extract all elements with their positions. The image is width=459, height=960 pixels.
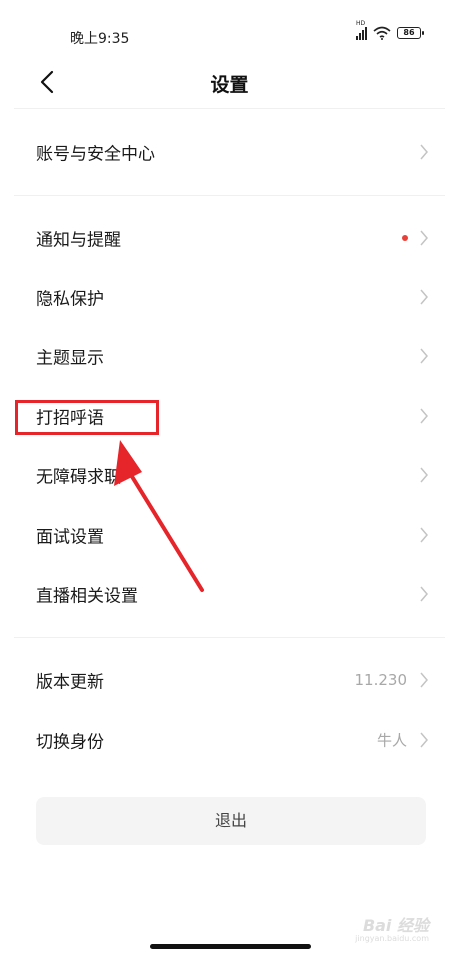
row-label: 主题显示 bbox=[36, 348, 104, 369]
settings-screen: 晚上9:35 HD 86 设置 账号与安全中心 通知与提醒 隐私保护 主题显示 … bbox=[0, 0, 459, 960]
row-label: 账号与安全中心 bbox=[36, 144, 155, 165]
unread-dot bbox=[402, 235, 408, 241]
chevron-right-icon bbox=[420, 527, 428, 543]
row-label: 通知与提醒 bbox=[36, 230, 121, 251]
watermark: Bai 经验 jingyan.baidu.com bbox=[355, 912, 429, 943]
chevron-right-icon bbox=[420, 586, 428, 602]
status-bar: 晚上9:35 HD 86 bbox=[0, 0, 459, 60]
chevron-right-icon bbox=[420, 289, 428, 305]
status-time: 晚上9:35 bbox=[70, 31, 130, 47]
settings-row-switch-identity[interactable]: 切换身份 牛人 bbox=[0, 712, 459, 768]
watermark-title: Bai 经验 bbox=[362, 916, 429, 935]
row-label: 直播相关设置 bbox=[36, 586, 138, 607]
battery-icon: 86 bbox=[397, 27, 424, 39]
signal-icon: HD bbox=[356, 20, 367, 40]
nav-bar: 设置 bbox=[0, 60, 459, 104]
settings-row-notifications[interactable]: 通知与提醒 bbox=[0, 210, 459, 266]
chevron-right-icon bbox=[420, 230, 428, 246]
chevron-right-icon bbox=[420, 408, 428, 424]
row-label: 隐私保护 bbox=[36, 289, 104, 310]
page-title: 设置 bbox=[210, 74, 249, 96]
logout-button[interactable]: 退出 bbox=[36, 797, 426, 845]
row-label: 面试设置 bbox=[36, 527, 104, 548]
settings-row-privacy[interactable]: 隐私保护 bbox=[0, 269, 459, 325]
settings-row-live[interactable]: 直播相关设置 bbox=[0, 566, 459, 622]
version-value: 11.230 bbox=[354, 671, 408, 689]
divider bbox=[14, 195, 445, 196]
settings-row-accessibility[interactable]: 无障碍求职 bbox=[0, 447, 459, 503]
divider bbox=[14, 108, 445, 109]
chevron-right-icon bbox=[420, 672, 428, 688]
annotation-highlight-box bbox=[15, 400, 159, 435]
settings-row-version[interactable]: 版本更新 11.230 bbox=[0, 652, 459, 708]
home-indicator[interactable] bbox=[150, 944, 311, 949]
chevron-right-icon bbox=[420, 348, 428, 364]
chevron-right-icon bbox=[420, 467, 428, 483]
row-label: 版本更新 bbox=[36, 672, 104, 693]
row-label: 无障碍求职 bbox=[36, 467, 121, 488]
signal-hd-tag: HD bbox=[356, 20, 366, 27]
watermark-url: jingyan.baidu.com bbox=[355, 934, 429, 943]
chevron-right-icon bbox=[420, 144, 428, 160]
chevron-right-icon bbox=[420, 732, 428, 748]
divider bbox=[14, 637, 445, 638]
status-icons: HD 86 bbox=[356, 20, 424, 40]
settings-row-interview[interactable]: 面试设置 bbox=[0, 507, 459, 563]
settings-row-account-security[interactable]: 账号与安全中心 bbox=[0, 124, 459, 180]
settings-row-theme[interactable]: 主题显示 bbox=[0, 328, 459, 384]
identity-value: 牛人 bbox=[376, 731, 407, 750]
wifi-icon bbox=[373, 26, 391, 40]
row-label: 切换身份 bbox=[36, 732, 104, 753]
